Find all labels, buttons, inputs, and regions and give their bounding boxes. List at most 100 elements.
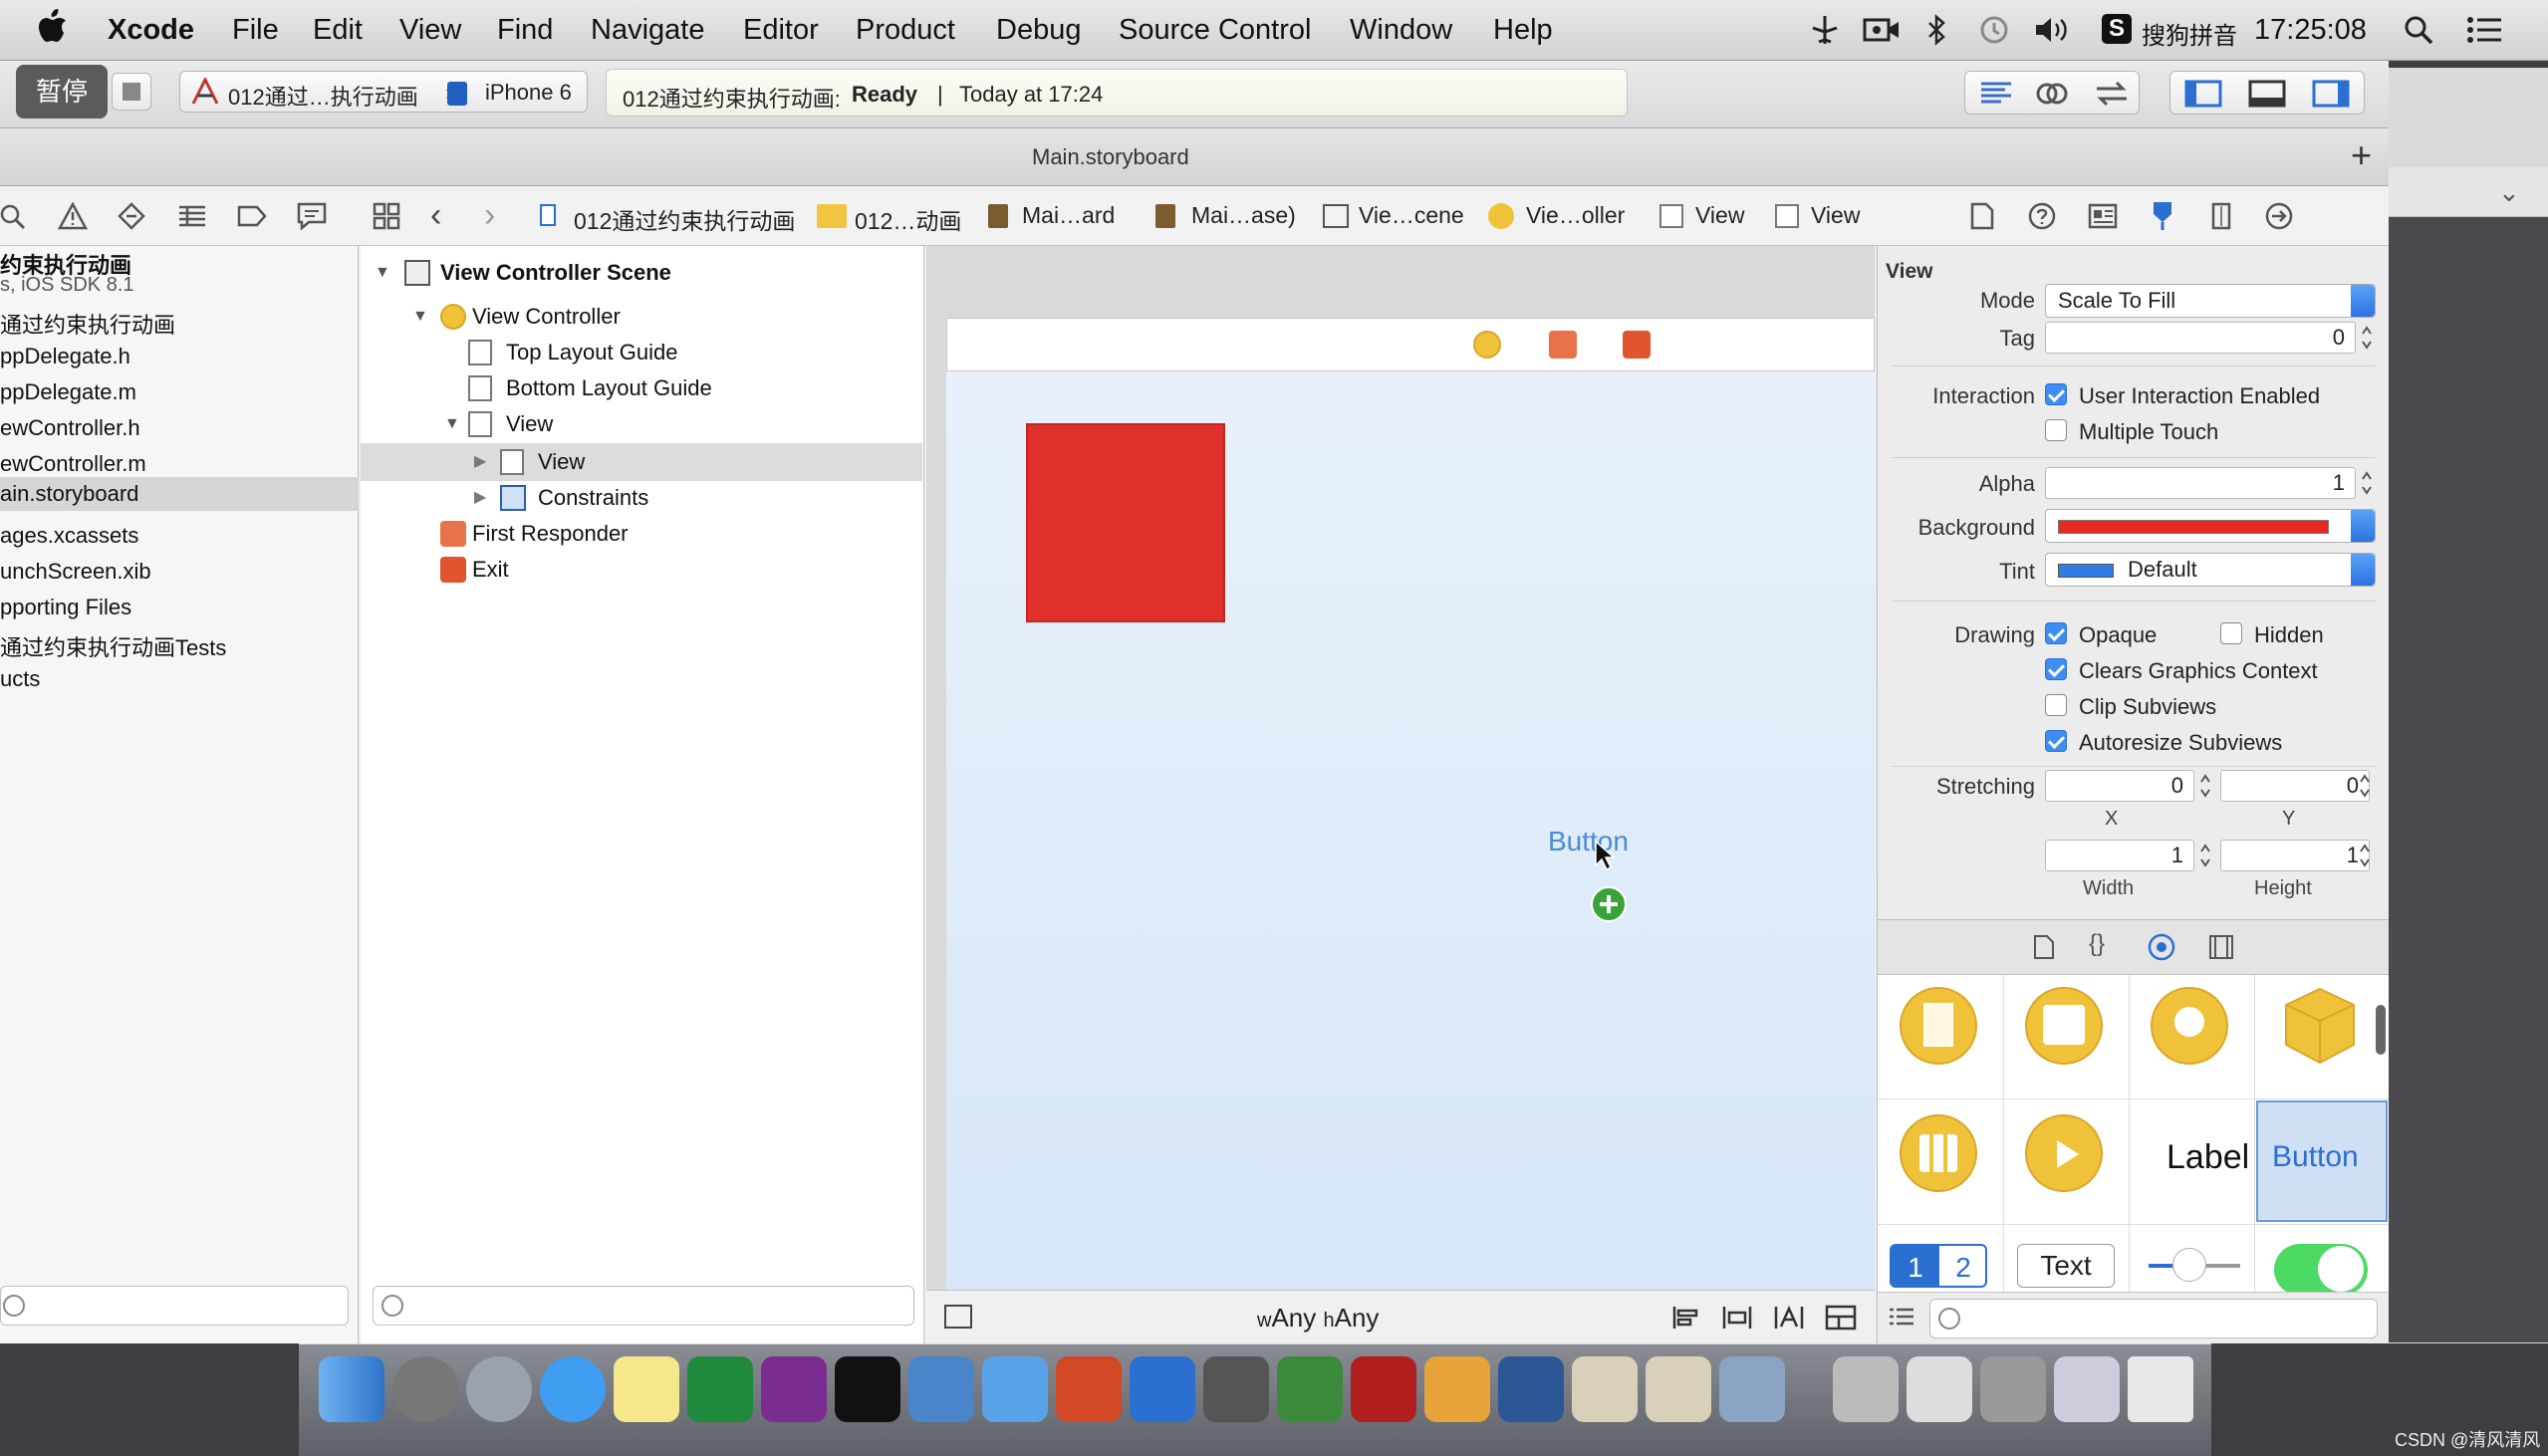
toggle-utilities-icon[interactable] bbox=[2312, 80, 2350, 108]
navigator-item[interactable]: pporting Files bbox=[0, 595, 359, 630]
background-color-popup[interactable] bbox=[2045, 509, 2376, 543]
outline-scene[interactable]: View Controller Scene bbox=[440, 260, 671, 294]
library-filter-field[interactable] bbox=[1929, 1299, 2378, 1338]
stretch-height-stepper[interactable] bbox=[2358, 840, 2372, 871]
excel-icon[interactable] bbox=[687, 1356, 753, 1422]
assistant-editor-icon[interactable] bbox=[2035, 79, 2069, 109]
size-class-control[interactable]: wAny hAny bbox=[1257, 1303, 1379, 1334]
navigator-item[interactable]: ppDelegate.h bbox=[0, 344, 359, 379]
navigator-item[interactable]: ewController.h bbox=[0, 415, 359, 451]
terminal-icon[interactable] bbox=[835, 1356, 900, 1422]
object-library-icon[interactable] bbox=[2147, 932, 2176, 962]
menu-file[interactable]: File bbox=[232, 14, 279, 47]
navigator-item[interactable]: 通过约束执行动画 bbox=[0, 308, 359, 344]
dock-view-controller-icon[interactable] bbox=[1473, 331, 1501, 359]
crumb-group[interactable]: 012…动画 bbox=[855, 202, 961, 236]
notes-icon[interactable] bbox=[614, 1356, 679, 1422]
airplane-icon[interactable] bbox=[1809, 14, 1841, 46]
navigator-item[interactable]: ppDelegate.m bbox=[0, 379, 359, 415]
stretch-y-stepper[interactable] bbox=[2358, 770, 2372, 802]
finder-icon[interactable] bbox=[319, 1356, 384, 1422]
clip-subviews-checkbox[interactable] bbox=[2045, 694, 2067, 716]
apple-menu-icon[interactable] bbox=[38, 8, 68, 44]
outline-first-responder[interactable]: First Responder bbox=[472, 521, 629, 555]
standard-editor-icon[interactable] bbox=[1979, 81, 2013, 105]
user-interaction-checkbox[interactable] bbox=[2045, 383, 2067, 405]
pin-icon[interactable] bbox=[1721, 1305, 1753, 1331]
instruments-icon[interactable] bbox=[1424, 1356, 1490, 1422]
system-preferences-icon[interactable] bbox=[392, 1356, 458, 1422]
word-icon[interactable] bbox=[1498, 1356, 1564, 1422]
test-navigator-icon[interactable] bbox=[118, 202, 145, 230]
related-items-icon[interactable] bbox=[373, 202, 400, 230]
minimized-window-1-icon[interactable] bbox=[1833, 1356, 1899, 1422]
disclosure-collapsed-icon[interactable]: ▶ bbox=[474, 487, 486, 507]
bluetooth-icon[interactable] bbox=[1924, 14, 1950, 46]
minimized-window-2-icon[interactable] bbox=[1907, 1356, 1972, 1422]
toggle-debug-area-icon[interactable] bbox=[2248, 80, 2286, 108]
code-snippet-library-icon[interactable]: {} bbox=[2089, 930, 2105, 958]
tab-main-storyboard[interactable]: Main.storyboard bbox=[1032, 144, 1189, 170]
size-inspector-icon[interactable] bbox=[2211, 202, 2231, 230]
hidden-checkbox[interactable] bbox=[2220, 622, 2242, 644]
disclosure-expanded-icon[interactable]: ▼ bbox=[444, 415, 460, 433]
library-object-cube-icon[interactable] bbox=[2280, 985, 2360, 1067]
preview-icon[interactable] bbox=[1719, 1356, 1785, 1422]
version-editor-icon[interactable] bbox=[2093, 79, 2131, 109]
filezilla-icon[interactable] bbox=[1351, 1356, 1416, 1422]
minimized-window-4-icon[interactable] bbox=[2054, 1356, 2120, 1422]
library-segmented-control[interactable]: 1 2 bbox=[1890, 1244, 1987, 1288]
list-view-toggle-icon[interactable] bbox=[1888, 1307, 1915, 1331]
filemerge-icon[interactable] bbox=[1277, 1356, 1343, 1422]
connections-inspector-icon[interactable] bbox=[2265, 202, 2293, 230]
dock-exit-icon[interactable] bbox=[1623, 331, 1651, 359]
red-subview[interactable] bbox=[1026, 423, 1225, 622]
onenote-icon[interactable] bbox=[761, 1356, 827, 1422]
library-button-item[interactable]: Button bbox=[2256, 1100, 2388, 1222]
tag-field[interactable]: 0 bbox=[2045, 322, 2356, 354]
document-a-icon[interactable] bbox=[1572, 1356, 1638, 1422]
clears-graphics-checkbox[interactable] bbox=[2045, 658, 2067, 680]
file-inspector-icon[interactable] bbox=[1970, 202, 1994, 230]
breakpoint-navigator-icon[interactable] bbox=[237, 204, 267, 228]
stretch-y-field[interactable]: 0 bbox=[2220, 770, 2370, 802]
input-method-label[interactable]: 搜狗拼音 bbox=[2142, 16, 2237, 51]
pause-button[interactable]: 暂停 bbox=[16, 65, 108, 119]
go-forward-icon[interactable]: › bbox=[484, 196, 495, 235]
disclosure-expanded-icon[interactable]: ▼ bbox=[375, 264, 390, 282]
scheme-selector[interactable]: 012通过…执行动画 › iPhone 6 bbox=[179, 71, 588, 113]
library-table-view-controller-icon[interactable] bbox=[2151, 987, 2228, 1065]
opaque-checkbox[interactable] bbox=[2045, 622, 2067, 644]
spotlight-search-icon[interactable] bbox=[2403, 14, 2434, 46]
navigator-item-selected[interactable]: ain.storyboard bbox=[0, 477, 359, 511]
menu-editor[interactable]: Editor bbox=[743, 14, 819, 47]
launchpad-icon[interactable] bbox=[466, 1356, 532, 1422]
library-slider[interactable] bbox=[2149, 1246, 2240, 1286]
issue-navigator-icon[interactable] bbox=[58, 202, 88, 230]
crumb-base[interactable]: Mai…ase) bbox=[1191, 202, 1296, 229]
file-template-library-icon[interactable] bbox=[2033, 934, 2055, 960]
media-library-icon[interactable] bbox=[2208, 934, 2234, 960]
scissors-icon[interactable] bbox=[1130, 1356, 1195, 1422]
minimized-window-3-icon[interactable] bbox=[1980, 1356, 2046, 1422]
library-av-player-icon[interactable] bbox=[2025, 1114, 2103, 1192]
simulator-icon[interactable] bbox=[982, 1356, 1048, 1422]
quick-help-icon[interactable] bbox=[2028, 202, 2056, 230]
align-icon[interactable] bbox=[1671, 1305, 1701, 1331]
outline-bottom-layout-guide[interactable]: Bottom Layout Guide bbox=[506, 375, 712, 409]
crumb-view-controller[interactable]: Vie…oller bbox=[1526, 202, 1625, 229]
xcode-dock-icon[interactable] bbox=[908, 1356, 974, 1422]
stretch-width-field[interactable]: 1 bbox=[2045, 840, 2194, 871]
powerpoint-icon[interactable] bbox=[1056, 1356, 1122, 1422]
library-view-controller-icon[interactable] bbox=[1900, 987, 1977, 1065]
tint-popup[interactable]: Default bbox=[2045, 553, 2376, 587]
report-navigator-icon[interactable] bbox=[297, 202, 327, 230]
attributes-inspector-icon[interactable] bbox=[2148, 200, 2177, 232]
library-label-item[interactable]: Label bbox=[2166, 1138, 2249, 1177]
outline-constraints[interactable]: Constraints bbox=[538, 485, 648, 519]
disclosure-expanded-icon[interactable]: ▼ bbox=[412, 308, 428, 326]
go-back-icon[interactable]: ‹ bbox=[430, 196, 441, 235]
outline-exit[interactable]: Exit bbox=[472, 557, 509, 591]
add-tab-button[interactable]: + bbox=[2351, 134, 2372, 176]
time-machine-icon[interactable] bbox=[1977, 14, 2011, 46]
